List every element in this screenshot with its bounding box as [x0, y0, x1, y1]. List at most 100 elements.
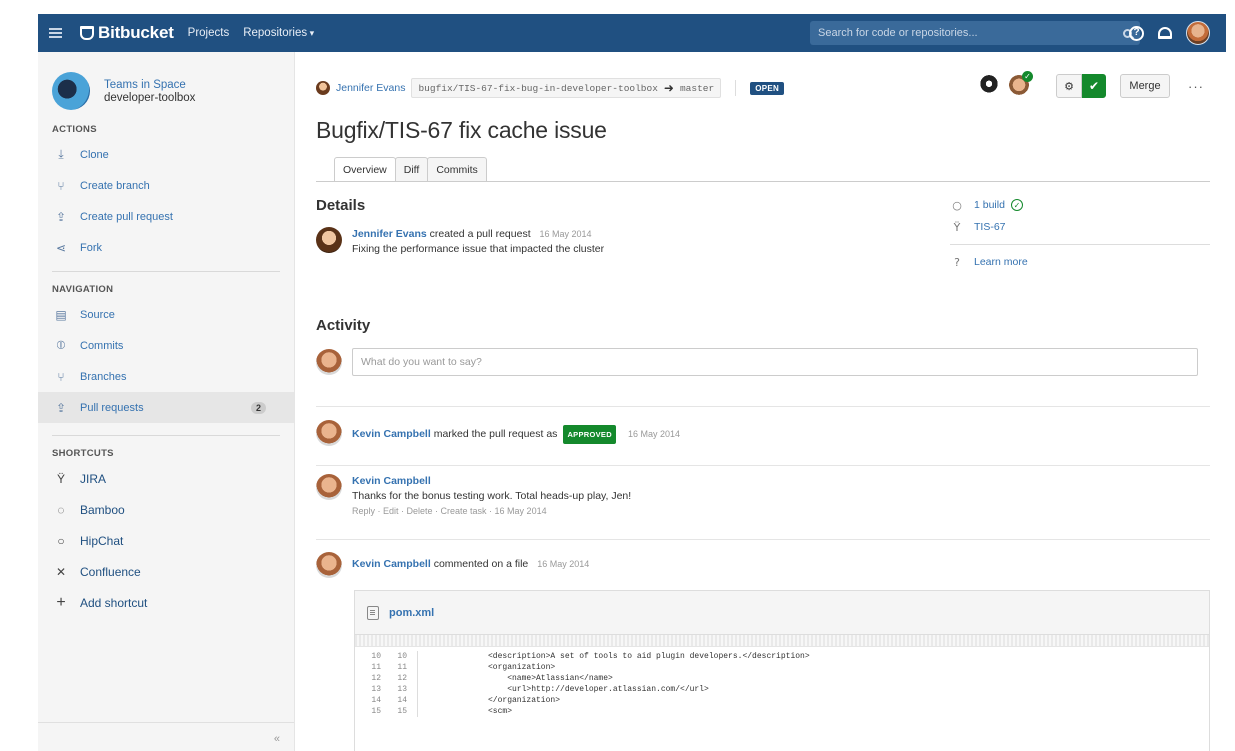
user-link[interactable]: Kevin Campbell	[352, 558, 431, 570]
sidebar-item-create-branch[interactable]: ⑂ Create branch	[38, 170, 294, 201]
top-navigation-bar: Bitbucket Projects Repositories ?	[38, 14, 1226, 52]
pull-request-tabs: Overview Diff Commits	[334, 157, 487, 181]
approve-button[interactable]: ✔	[1082, 74, 1106, 98]
activity-file-comment: Kevin Campbell commented on a file 16 Ma…	[316, 552, 589, 578]
hipchat-icon: ○	[57, 533, 65, 548]
file-diff-card: pom.xml 10 10 <description>A set of tools …	[354, 590, 1210, 751]
divider	[52, 271, 280, 272]
details-heading: Details	[316, 197, 366, 214]
sidebar-item-create-pull-request[interactable]: ⇪ Create pull request	[38, 201, 294, 232]
comment-input[interactable]	[352, 348, 1198, 376]
linked-issue[interactable]: Ÿ TIS-67	[950, 216, 1210, 238]
divider	[38, 722, 294, 723]
build-link[interactable]: 1 build	[974, 199, 1005, 211]
shortcut-confluence[interactable]: ✕ Confluence	[38, 556, 294, 587]
project-name[interactable]: Teams in Space	[104, 79, 195, 91]
activity-approved: Kevin Campbell marked the pull request a…	[316, 420, 680, 446]
merge-button[interactable]: Merge	[1120, 74, 1170, 98]
approved-reviewer-avatar[interactable]	[1008, 71, 1033, 97]
code-line: 11 11 <organization>	[371, 662, 556, 673]
shortcut-hipchat[interactable]: ○ HipChat	[38, 525, 294, 556]
author-link[interactable]: Jennifer Evans	[336, 82, 405, 94]
learn-more-link[interactable]: Learn more	[974, 256, 1028, 268]
source-branch[interactable]: bugfix/TIS-67-fix-bug-in-developer-toolb…	[418, 83, 657, 94]
sidebar-item-fork[interactable]: ⋖ Fork	[38, 232, 294, 263]
learn-more[interactable]: ? Learn more	[950, 251, 1210, 273]
search-input[interactable]	[818, 27, 1123, 39]
created-date: 16 May 2014	[539, 229, 592, 239]
shortcut-jira[interactable]: Ÿ JIRA	[38, 463, 294, 494]
more-actions-icon[interactable]: ···	[1188, 79, 1204, 94]
help-icon[interactable]: ?	[1129, 25, 1144, 41]
build-status[interactable]: ○ 1 build ✓	[950, 194, 1210, 216]
sidebar-item-label: Branches	[80, 370, 127, 383]
issue-link[interactable]: TIS-67	[974, 221, 1006, 233]
pull-requests-count-badge: 2	[250, 401, 266, 414]
divider	[735, 80, 737, 96]
file-icon	[367, 605, 379, 620]
sidebar-item-pull-requests[interactable]: ⇪ Pull requests 2	[38, 392, 294, 423]
comment-actions[interactable]: Reply · Edit · Delete · Create task · 16…	[352, 504, 631, 519]
author-avatar	[316, 227, 342, 253]
sidebar-item-branches[interactable]: ⑂ Branches	[38, 361, 294, 392]
bamboo-icon: ◌	[57, 502, 65, 517]
commits-icon: ⦶	[56, 338, 66, 352]
description-text: Fixing the performance issue that impact…	[352, 243, 605, 255]
activity-comment: Kevin Campbell Thanks for the bonus test…	[316, 474, 631, 519]
plus-icon: +	[56, 593, 66, 611]
brand-name: Bitbucket	[98, 23, 174, 42]
branches-icon: ⑂	[57, 369, 65, 384]
author-avatar	[316, 81, 330, 95]
sidebar-item-clone[interactable]: ⤓ Clone	[38, 139, 294, 170]
bitbucket-logo[interactable]: Bitbucket	[80, 23, 174, 43]
tab-overview[interactable]: Overview	[334, 157, 396, 181]
shortcut-bamboo[interactable]: ◌ Bamboo	[38, 494, 294, 525]
user-link[interactable]: Kevin Campbell	[352, 475, 431, 487]
sidebar-item-label: Commits	[80, 339, 124, 352]
shortcut-label: Add shortcut	[80, 595, 148, 610]
user-avatar	[316, 420, 342, 446]
user-avatar	[316, 474, 342, 500]
sidebar-item-label: Pull requests	[80, 401, 144, 414]
file-name-link[interactable]: pom.xml	[389, 607, 434, 619]
activity-text: commented on a file	[433, 558, 529, 570]
pull-request-meta: ○ 1 build ✓ Ÿ TIS-67 ? Learn more	[950, 194, 1210, 273]
sidebar-item-source[interactable]: ▤ Source	[38, 299, 294, 330]
collapse-sidebar-icon[interactable]: «	[274, 733, 280, 745]
add-shortcut[interactable]: + Add shortcut	[38, 587, 294, 618]
pull-request-actions: ⚙ ✔ Merge ···	[978, 71, 1204, 98]
reviewer-avatar[interactable]	[978, 75, 1000, 97]
user-link[interactable]: Kevin Campbell	[352, 427, 431, 442]
sidebar-item-commits[interactable]: ⦶ Commits	[38, 330, 294, 361]
shortcuts-heading: SHORTCUTS	[52, 448, 114, 459]
project-header[interactable]: Teams in Space developer-toolbox	[38, 52, 294, 114]
sidebar: Teams in Space developer-toolbox ACTIONS…	[38, 52, 295, 751]
sidebar-item-label: Clone	[80, 148, 109, 161]
bitbucket-logo-icon	[80, 26, 94, 40]
nav-projects[interactable]: Projects	[188, 27, 230, 39]
code-line: 15 15 <scm>	[371, 706, 513, 717]
jira-icon: Ÿ	[56, 471, 65, 486]
action-button-group: ⚙ ✔	[1056, 74, 1106, 98]
code-line: 14 14 </organization>	[371, 695, 561, 706]
menu-icon[interactable]	[38, 14, 72, 52]
tab-diff[interactable]: Diff	[394, 157, 429, 181]
repository-name: developer-toolbox	[104, 91, 196, 104]
notification-bell-icon[interactable]	[1158, 27, 1172, 39]
user-avatar[interactable]	[1186, 21, 1210, 45]
tab-commits[interactable]: Commits	[427, 157, 487, 181]
created-text: created a pull request	[429, 228, 531, 240]
target-branch[interactable]: master	[680, 83, 714, 94]
shortcut-label: Confluence	[80, 564, 141, 579]
comment-text: Thanks for the bonus testing work. Total…	[352, 490, 632, 502]
arrow-right-icon: ➜	[663, 81, 674, 95]
watch-button[interactable]: ⚙	[1056, 74, 1082, 98]
search-box[interactable]	[810, 21, 1140, 45]
nav-repositories[interactable]: Repositories	[243, 27, 314, 39]
file-header: pom.xml	[355, 591, 1209, 635]
build-icon: ○	[952, 198, 962, 212]
author-link[interactable]: Jennifer Evans	[352, 228, 427, 240]
confluence-icon: ✕	[55, 564, 67, 579]
activity-text: marked the pull request as	[433, 428, 558, 440]
code-line: 12 12 <name>Atlassian</name>	[371, 673, 613, 684]
